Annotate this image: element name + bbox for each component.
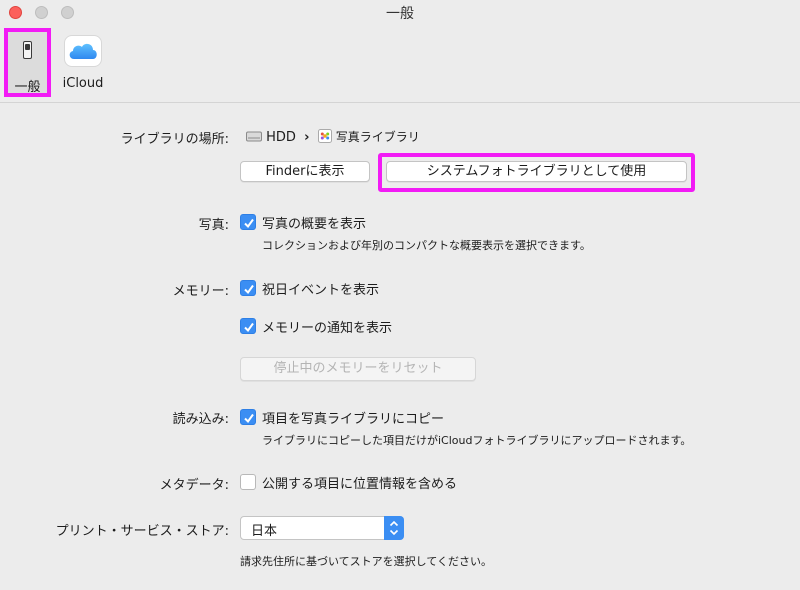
copy-items-checkbox[interactable] [240, 409, 256, 425]
print-store-label: プリント・サービス・ストア: [55, 524, 229, 539]
library-location-label: ライブラリの場所: [120, 132, 229, 147]
photos-label: 写真: [198, 218, 229, 233]
switch-icon [19, 38, 36, 64]
preferences-toolbar: 一般 iCloud [0, 28, 800, 102]
use-as-system-library-button[interactable]: システムフォトライブラリとして使用 [386, 161, 687, 182]
print-store-value: 日本 [251, 524, 278, 539]
holiday-events-label: 祝日イベントを表示 [262, 283, 380, 298]
include-location-label: 公開する項目に位置情報を含める [262, 477, 458, 492]
show-in-finder-button[interactable]: Finderに表示 [240, 161, 370, 182]
library-path: HDD › 写真ライブラリ [246, 128, 420, 145]
tab-general[interactable]: 一般 [4, 28, 51, 97]
tab-icloud[interactable]: iCloud [57, 28, 109, 98]
minimize-button[interactable] [35, 6, 48, 19]
icloud-icon [64, 35, 102, 67]
close-button[interactable] [9, 6, 22, 19]
toolbar-divider [0, 102, 800, 103]
window-title: 一般 [386, 6, 414, 22]
reset-blocked-memories-button[interactable]: 停止中のメモリーをリセット [240, 357, 476, 381]
drive-name: HDD [266, 130, 296, 145]
updown-chevron-icon [384, 516, 404, 540]
copy-items-description: ライブラリにコピーした項目だけがiCloudフォトライブラリにアップロードされま… [262, 434, 692, 447]
library-name: 写真ライブラリ [335, 130, 420, 144]
importing-label: 読み込み: [172, 412, 229, 427]
memories-label: メモリー: [172, 284, 229, 299]
summarize-photos-label: 写真の概要を表示 [262, 217, 367, 232]
path-separator-icon: › [304, 130, 310, 145]
metadata-label: メタデータ: [159, 478, 229, 493]
memory-notifications-label: メモリーの通知を表示 [262, 321, 393, 336]
summarize-photos-description: コレクションおよび年別のコンパクトな概要表示を選択できます。 [262, 239, 591, 252]
hard-drive-icon [246, 131, 262, 142]
holiday-events-checkbox[interactable] [240, 280, 256, 296]
tab-icloud-label: iCloud [62, 76, 104, 91]
zoom-button[interactable] [61, 6, 74, 19]
summarize-photos-checkbox[interactable] [240, 214, 256, 230]
copy-items-label: 項目を写真ライブラリにコピー [262, 412, 445, 427]
memory-notifications-checkbox[interactable] [240, 318, 256, 334]
print-store-select[interactable]: 日本 [240, 516, 404, 540]
tab-general-label: 一般 [14, 80, 41, 95]
photos-library-icon [317, 129, 332, 143]
include-location-checkbox[interactable] [240, 474, 256, 490]
title-bar: 一般 [0, 0, 800, 28]
print-store-description: 請求先住所に基づいてストアを選択してください。 [240, 555, 493, 568]
